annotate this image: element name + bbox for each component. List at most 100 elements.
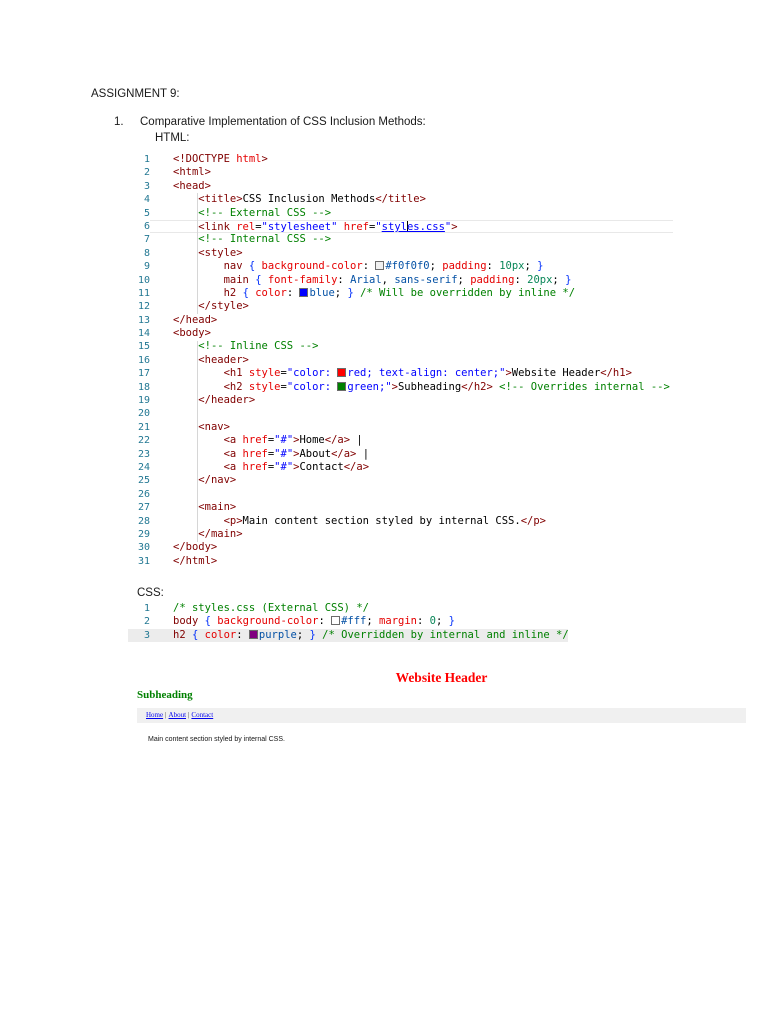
code-token: "color: [286,380,338,393]
code-token: } [448,615,455,628]
html-code-editor-screenshot: 1 <!DOCTYPE html> 2 <html> 3 <head> 4 <title>C… [128,153,673,569]
code-token: <link [198,220,237,233]
code-token: /* Overridden by internal and inline */ [322,628,569,641]
line-number: 15 [137,341,150,353]
document-page: ASSIGNMENT 9: 1. Comparative Implementat… [0,0,768,1024]
code-line-1: 1 /* styles.css (External CSS) */ [128,602,568,615]
code-line-30: 30 </body> [128,541,673,554]
preview-nav-bar: Home | About | Contact [137,708,746,723]
code-token: "#" [274,447,294,460]
indent-guide [197,341,198,542]
code-token: red; text-align: center;" [347,367,506,380]
line-number: 11 [137,287,150,299]
code-line-5: 5 <!-- External CSS --> [128,207,673,220]
code-token: </header> [198,394,256,407]
code-line-25: 25 </nav> [128,474,673,487]
code-line-31: 31 </html> [128,555,673,568]
line-number: 6 [143,220,150,232]
code-line-7: 7 <!-- Internal CSS --> [128,233,673,246]
rendered-webpage-preview: Website Header Subheading Home | About | Con… [137,666,746,758]
code-token: </body> [173,541,218,554]
line-number: 18 [137,381,150,393]
line-number: 1 [143,154,150,165]
line-number: 8 [143,247,150,259]
code-token: <header> [198,353,249,366]
code-token: </title> [375,193,426,206]
code-line-11: 11 h2 { color: blue; } /* Will be overri… [128,287,673,300]
link-separator: | [165,711,167,719]
line-number: 31 [137,555,150,567]
line-number: 7 [143,234,150,246]
code-token: </style> [198,300,249,313]
preview-link-about: About [168,711,187,719]
code-token: <h1 [223,367,249,380]
code-line-13: 13 </head> [128,314,673,327]
line-number: 14 [137,328,150,340]
line-number: 16 [137,354,150,366]
code-token: </nav> [198,474,237,487]
code-token: html [236,153,262,165]
code-line-1: 1 <!DOCTYPE html> [128,153,673,166]
code-token: <a [223,447,243,460]
code-token: /* styles.css (External CSS) */ [173,602,369,614]
code-token: href [242,434,268,447]
code-token: #f0f0f0 [385,260,430,273]
line-number: 25 [137,475,150,487]
code-token: href [242,447,268,460]
code-token: <!-- External CSS --> [198,206,332,219]
line-number: 4 [143,194,150,206]
line-number: 2 [143,616,150,628]
css-section-label: CSS: [137,587,164,599]
code-token: es.css [406,220,445,233]
code-token: <body> [173,327,211,340]
line-number: 21 [137,421,150,433]
line-number: 3 [143,180,150,192]
code-token: </a> [324,434,351,447]
html-section-label: HTML: [155,132,190,144]
list-item-number: 1. [114,116,124,128]
line-number: 17 [137,368,150,380]
code-token: <h2 [223,380,249,393]
code-token: "#" [274,434,294,447]
color-swatch [375,261,385,271]
code-token: <a [223,460,243,473]
code-token: 10px [499,260,525,273]
line-number: 24 [137,461,150,473]
color-swatch [299,287,309,297]
line-number: 22 [137,435,150,447]
line-number: 3 [143,629,150,641]
color-swatch [248,629,258,639]
code-token: <style> [198,246,243,259]
code-line-15: 15 <!-- Inline CSS --> [128,340,673,353]
code-token: </head> [173,313,218,326]
code-token: style [248,380,281,393]
code-token: margin [379,615,417,628]
code-line-22: 22 <a href="#">Home</a> | [128,434,673,447]
code-token: <nav> [198,420,230,433]
code-token: /* Will be overridden by inline */ [360,286,576,299]
code-token: </p> [520,514,546,527]
code-token: Website Header [511,367,601,380]
code-line-24: 24 <a href="#">Contact</a> [128,461,673,474]
code-token: href [343,220,370,233]
code-token: 20px [527,273,553,286]
code-token: #fff [341,615,367,628]
code-token: } [537,260,544,273]
line-number: 29 [137,528,150,540]
color-swatch [337,381,347,391]
code-token: <p> [223,514,243,527]
code-line-17: 17 <h1 style="color: red; text-align: ce… [128,367,673,380]
line-number: 10 [137,274,150,286]
code-token: blue [309,286,335,299]
